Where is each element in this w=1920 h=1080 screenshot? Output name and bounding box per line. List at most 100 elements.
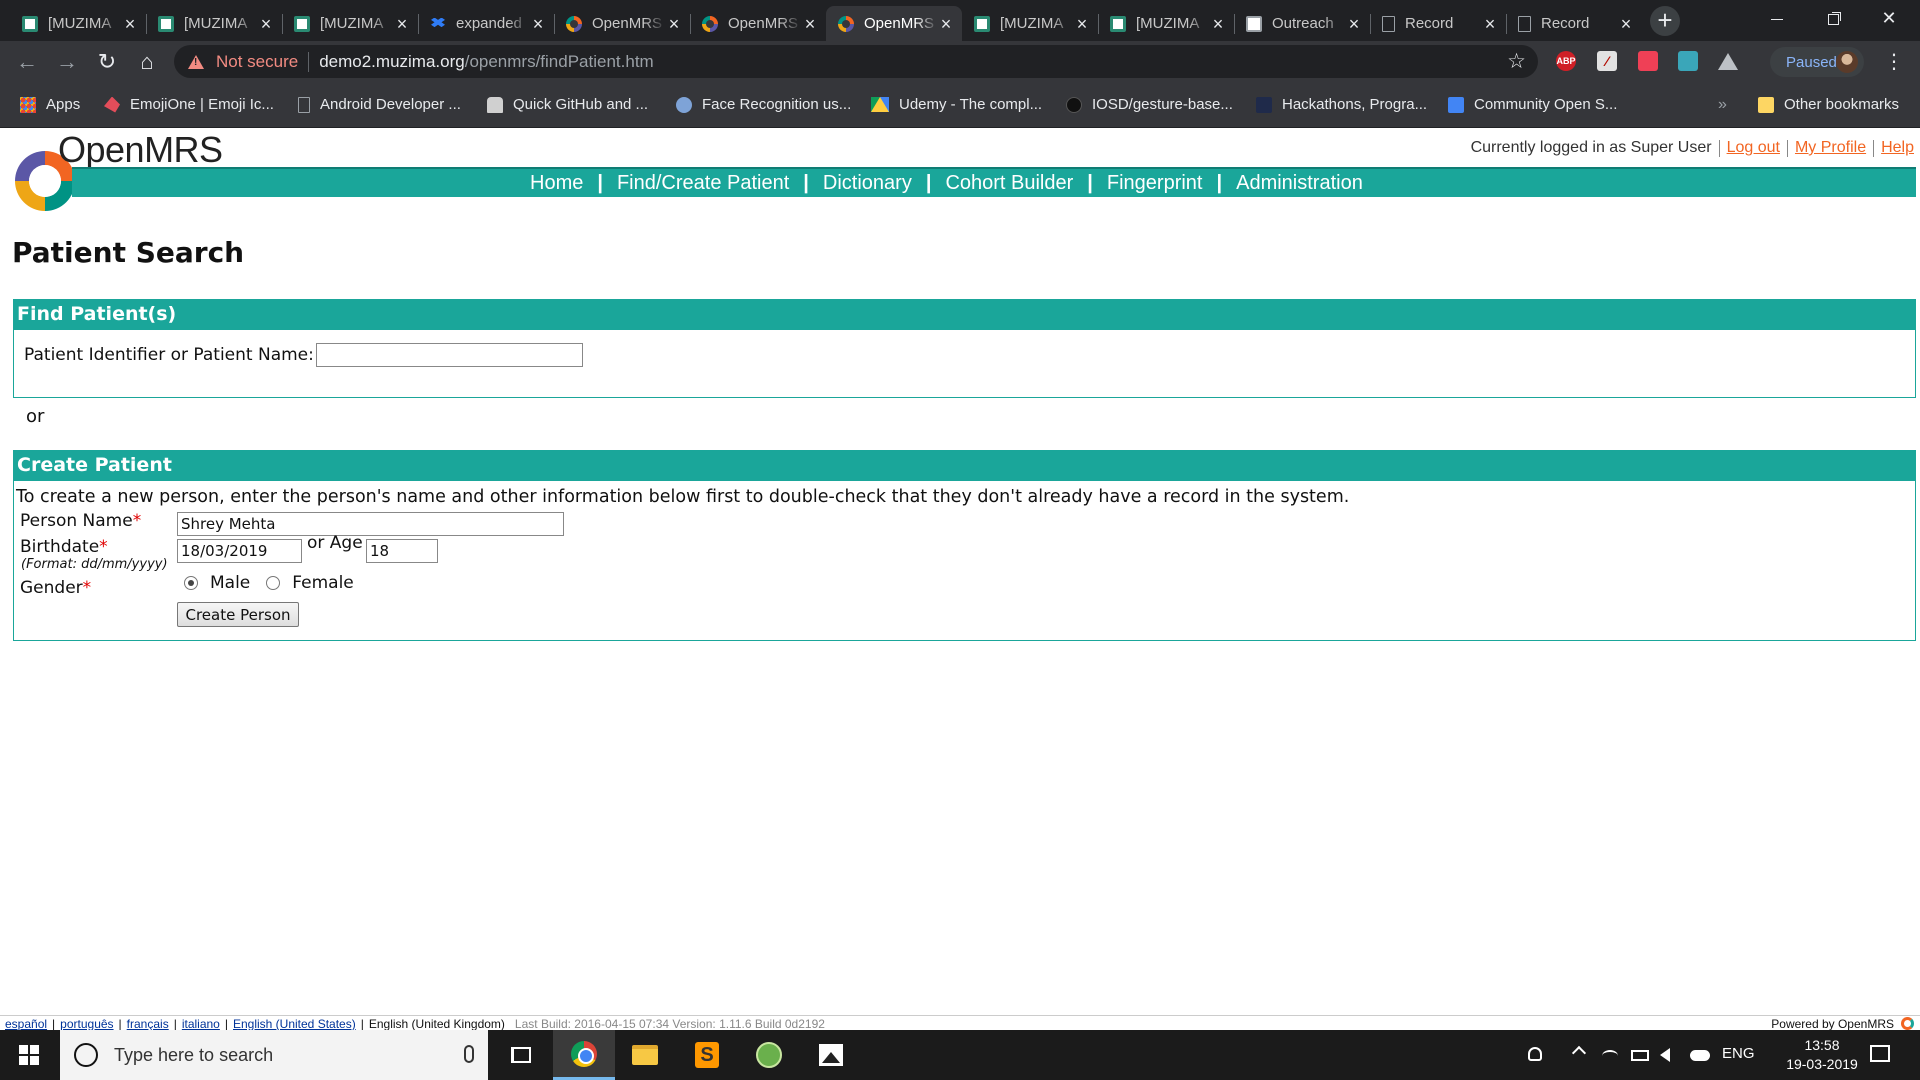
nav-dictionary[interactable]: Dictionary — [809, 172, 926, 195]
language-link[interactable]: italiano — [182, 1017, 220, 1031]
browser-tab[interactable]: Record × — [1506, 6, 1642, 41]
browser-tab[interactable]: OpenMRS × — [826, 6, 962, 41]
create-person-button[interactable]: Create Person — [177, 602, 299, 627]
tab-close-icon[interactable]: × — [1618, 15, 1634, 33]
people-icon[interactable] — [1528, 1047, 1542, 1061]
browser-tab[interactable]: [MUZIMA × — [146, 6, 282, 41]
browser-tab[interactable]: [MUZIMA × — [1098, 6, 1234, 41]
bookmark-item[interactable]: Udemy - The compl... — [871, 96, 1042, 113]
my-profile-link[interactable]: My Profile — [1795, 139, 1866, 157]
help-link[interactable]: Help — [1881, 139, 1914, 157]
tab-close-icon[interactable]: × — [802, 15, 818, 33]
patient-search-input[interactable] — [315, 343, 583, 367]
tab-close-icon[interactable]: × — [1346, 15, 1362, 33]
gender-male-label[interactable]: Male — [210, 573, 250, 593]
tab-close-icon[interactable]: × — [1482, 15, 1498, 33]
bookmark-item[interactable]: EmojiOne | Emoji Ic... — [104, 96, 274, 113]
address-bar[interactable]: Not secure demo2.muzima.org/openmrs/find… — [174, 45, 1538, 78]
pocket-extension-icon[interactable] — [1638, 51, 1658, 71]
language-link[interactable]: español — [5, 1017, 47, 1031]
home-button[interactable]: ⌂ — [132, 47, 162, 77]
back-button[interactable]: ← — [12, 47, 42, 77]
bookmark-item[interactable]: Community Open S... — [1448, 96, 1617, 113]
gender-female-radio[interactable] — [266, 576, 281, 590]
browser-tab[interactable]: expanded × — [418, 6, 554, 41]
tab-close-icon[interactable]: × — [122, 15, 138, 33]
security-indicator[interactable]: Not secure — [216, 52, 298, 72]
notification-center-icon[interactable] — [1870, 1045, 1890, 1062]
profile-button[interactable]: Paused — [1770, 47, 1864, 77]
language-link[interactable]: français — [127, 1017, 169, 1031]
tab-close-icon[interactable]: × — [1210, 15, 1226, 33]
bookmark-item[interactable]: Hackathons, Progra... — [1256, 96, 1427, 113]
language-link[interactable]: English (United States) — [233, 1017, 356, 1031]
nav-cohort-builder[interactable]: Cohort Builder — [931, 172, 1087, 195]
pdf-extension-icon[interactable]: ⁄ — [1597, 51, 1617, 71]
screenshot-extension-icon[interactable] — [1678, 51, 1698, 71]
nav-administration[interactable]: Administration — [1222, 172, 1377, 195]
adblock-extension-icon[interactable]: ABP — [1556, 51, 1576, 71]
nav-fingerprint[interactable]: Fingerprint — [1093, 172, 1217, 195]
forward-button[interactable]: → — [52, 47, 82, 77]
powered-by[interactable]: Powered by OpenMRS — [1771, 1017, 1894, 1031]
browser-menu-icon[interactable]: ⋮ — [1884, 47, 1904, 77]
tab-close-icon[interactable]: × — [666, 15, 682, 33]
minimize-button[interactable] — [1754, 0, 1800, 36]
chevron-up-icon[interactable] — [1571, 1045, 1587, 1061]
bookmark-item[interactable]: Android Developer ... — [298, 96, 461, 113]
tab-close-icon[interactable]: × — [258, 15, 274, 33]
bookmark-star-icon[interactable]: ☆ — [1507, 49, 1526, 74]
close-window-button[interactable]: ✕ — [1866, 0, 1912, 36]
browser-tab[interactable]: [MUZIMA × — [10, 6, 146, 41]
microphone-icon[interactable] — [464, 1045, 474, 1063]
bookmarks-overflow-button[interactable]: » — [1718, 96, 1727, 114]
browser-tab[interactable]: Outreach × — [1234, 6, 1370, 41]
taskbar-sublime[interactable]: S — [676, 1030, 738, 1080]
browser-tab[interactable]: OpenMRS × — [554, 6, 690, 41]
taskbar-file-explorer[interactable] — [614, 1030, 676, 1080]
drive-extension-icon[interactable] — [1718, 53, 1738, 70]
taskbar-chrome[interactable] — [553, 1030, 615, 1080]
bookmark-item[interactable]: Face Recognition us... — [676, 96, 851, 113]
nav-find-create-patient[interactable]: Find/Create Patient — [603, 172, 803, 195]
other-bookmarks[interactable]: Other bookmarks — [1758, 96, 1899, 113]
muzima-favicon-icon — [1110, 15, 1126, 32]
taskbar-photos[interactable] — [800, 1030, 862, 1080]
language-link[interactable]: português — [60, 1017, 113, 1031]
age-input[interactable] — [366, 539, 438, 563]
person-name-input[interactable] — [177, 512, 564, 536]
tab-close-icon[interactable]: × — [938, 15, 954, 33]
h-icon — [1256, 96, 1272, 113]
gender-male-radio[interactable] — [184, 576, 198, 590]
battery-icon[interactable] — [1631, 1050, 1649, 1061]
reload-button[interactable]: ↻ — [92, 47, 122, 77]
system-clock[interactable]: 13:58 19-03-2019 — [1776, 1036, 1868, 1074]
task-view-button[interactable] — [490, 1030, 552, 1080]
browser-tab[interactable]: [MUZIMA × — [962, 6, 1098, 41]
browser-tab[interactable]: Record × — [1370, 6, 1506, 41]
taskbar-search[interactable]: Type here to search — [60, 1030, 488, 1080]
bookmark-item[interactable]: Quick GitHub and ... — [487, 96, 648, 113]
start-button[interactable] — [0, 1030, 58, 1080]
birthdate-input[interactable] — [177, 539, 302, 563]
bookmark-item[interactable]: Apps — [20, 96, 80, 113]
logout-link[interactable]: Log out — [1727, 139, 1780, 157]
taskbar-android-studio[interactable] — [738, 1030, 800, 1080]
gender-female-label[interactable]: Female — [292, 573, 353, 593]
birthdate-label-text: Birthdate — [20, 537, 100, 557]
nav-home[interactable]: Home — [516, 172, 597, 195]
url-text[interactable]: demo2.muzima.org/openmrs/findPatient.htm — [319, 52, 654, 72]
input-language[interactable]: ENG — [1722, 1045, 1755, 1062]
bookmark-item[interactable]: IOSD/gesture-base... — [1066, 96, 1233, 113]
tab-close-icon[interactable]: × — [394, 15, 410, 33]
new-tab-button[interactable]: + — [1650, 6, 1680, 36]
browser-tab[interactable]: [MUZIMA × — [282, 6, 418, 41]
tab-close-icon[interactable]: × — [530, 15, 546, 33]
volume-icon[interactable] — [1660, 1048, 1670, 1062]
tab-close-icon[interactable]: × — [1074, 15, 1090, 33]
windows-taskbar: Type here to search S ENG 13:58 19-03-20… — [0, 1030, 1920, 1080]
wifi-icon[interactable] — [1602, 1050, 1618, 1062]
onedrive-icon[interactable] — [1690, 1050, 1710, 1061]
browser-tab[interactable]: OpenMRS × — [690, 6, 826, 41]
maximize-button[interactable] — [1810, 0, 1856, 36]
